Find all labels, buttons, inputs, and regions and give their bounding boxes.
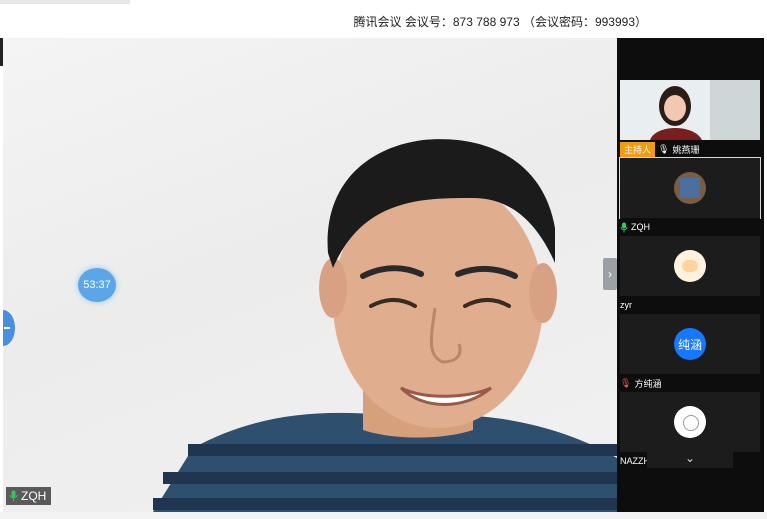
photo-icon: [620, 80, 760, 140]
cartoon-avatar-icon: [674, 250, 706, 282]
participant-tile-zqh[interactable]: ZQH: [620, 158, 760, 236]
main-video-area[interactable]: 53:37 ZQH: [3, 38, 617, 512]
participant-name: zyr: [620, 300, 632, 310]
participant-name: 方纯涵: [634, 378, 662, 389]
participant-name: ZQH: [631, 222, 650, 232]
participant-tile-fangchunhan[interactable]: 纯涵 🎙 方纯涵: [620, 314, 760, 392]
participant-tile-host[interactable]: 主持人 🎙 姚燕珊: [620, 80, 760, 158]
participant-name: NAZZH: [620, 456, 650, 466]
text-avatar: 纯涵: [674, 328, 706, 360]
bottom-toolbar: [0, 512, 767, 519]
mic-icon: [620, 222, 628, 232]
expand-panel-button[interactable]: ›: [603, 258, 617, 290]
mic-muted-icon: 🎙: [620, 377, 632, 388]
host-badge: 主持人: [620, 141, 656, 157]
mic-icon: 🎙: [658, 143, 670, 154]
participant-name: 姚燕珊: [672, 144, 700, 155]
tab-strip: [0, 0, 130, 4]
meeting-timer: 53:37: [78, 268, 116, 302]
speaker-label: ZQH: [6, 487, 52, 505]
speaker-name: ZQH: [21, 489, 47, 503]
participant-tile-zyr[interactable]: zyr: [620, 236, 760, 314]
chevron-down-icon: ⌄: [684, 451, 696, 465]
chevron-right-icon: ›: [608, 267, 612, 281]
mic-icon: [9, 490, 18, 502]
meeting-info: 腾讯会议 会议号：873 788 973 （会议密码：993993）: [353, 15, 647, 29]
participants-panel: 主持人 🎙 姚燕珊 ZQH zyr 纯涵 🎙 方纯涵 NAZZH ⌄: [617, 38, 764, 512]
participant-tile-nazzh[interactable]: NAZZH: [620, 392, 760, 470]
bookshelf-avatar-icon: [674, 172, 706, 204]
scroll-down-button[interactable]: ⌄: [647, 448, 733, 468]
title-bar: 腾讯会议 会议号：873 788 973 （会议密码：993993）: [0, 0, 767, 38]
sketch-avatar-icon: [674, 406, 706, 438]
